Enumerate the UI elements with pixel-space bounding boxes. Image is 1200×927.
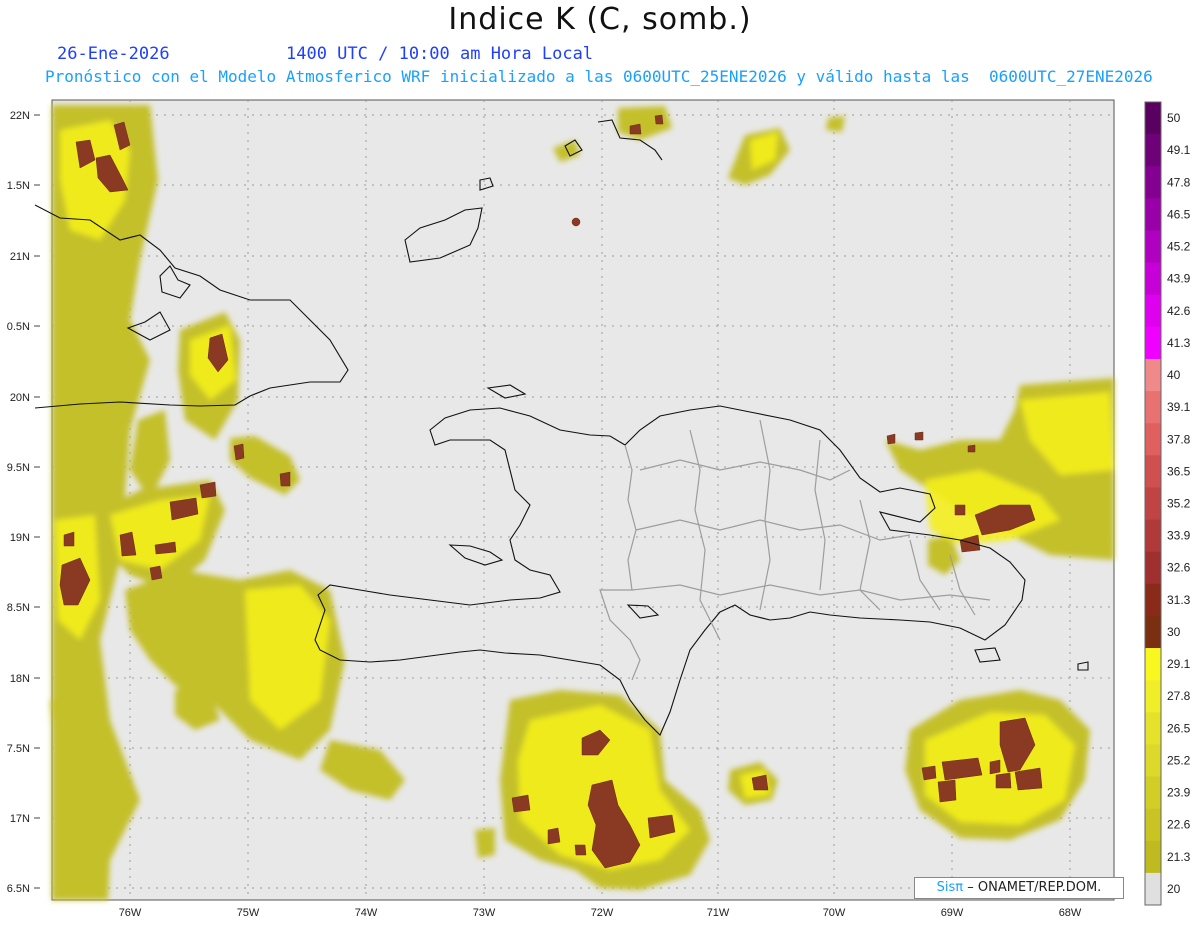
y-tick-label: 18N: [10, 673, 30, 685]
colorbar-label: 37.8: [1167, 432, 1191, 446]
y-tick-label: 0.5N: [7, 321, 30, 333]
colorbar-swatch: [1145, 776, 1161, 810]
colorbar-swatch: [1145, 872, 1161, 906]
y-tick-label: 7.5N: [7, 743, 30, 755]
y-tick-label: 20N: [10, 392, 30, 404]
y-tick-label: 6.5N: [7, 883, 30, 895]
colorbar-swatch: [1145, 166, 1161, 199]
y-tick-label: 1.5N: [7, 180, 30, 192]
colorbar-label: 29.1: [1167, 657, 1191, 671]
colorbar-label: 41.3: [1167, 336, 1191, 350]
colorbar-label: 40: [1167, 368, 1181, 382]
colorbar-label: 45.2: [1167, 240, 1191, 254]
colorbar-label: 31.3: [1167, 593, 1191, 607]
x-tick-label: 69W: [941, 907, 964, 919]
colorbar-label: 23.9: [1167, 786, 1191, 800]
credit-brand: Sisπ: [936, 880, 964, 895]
credit-box: Sisπ – ONAMET/REP.DOM.: [914, 877, 1124, 899]
colorbar-label: 30: [1167, 625, 1181, 639]
x-tick-label: 71W: [707, 907, 730, 919]
y-axis-ticks: [34, 114, 40, 889]
colorbar-swatch: [1145, 134, 1161, 167]
y-tick-label: 17N: [10, 813, 30, 825]
y-tick-label: 19N: [10, 532, 30, 544]
colorbar-label: 43.9: [1167, 272, 1191, 286]
x-tick-label: 72W: [591, 907, 614, 919]
colorbar-label: 35.2: [1167, 497, 1191, 511]
colorbar-swatch: [1145, 198, 1161, 231]
colorbar-swatch: [1145, 551, 1161, 585]
colorbar-label: 21.3: [1167, 850, 1191, 864]
colorbar-label: 27.8: [1167, 689, 1191, 703]
k-index-map: 76W 75W 74W 73W 72W 71W 70W 69W 68W 22N …: [7, 99, 1191, 919]
colorbar-swatch: [1145, 487, 1161, 521]
colorbar-swatch: [1145, 712, 1161, 745]
colorbar-swatch: [1145, 391, 1161, 424]
x-tick-label: 70W: [823, 907, 846, 919]
colorbar-swatch: [1145, 519, 1161, 553]
y-tick-label: 21N: [10, 251, 30, 263]
credit-text: – ONAMET/REP.DOM.: [967, 880, 1102, 895]
colorbar-swatch: [1145, 326, 1161, 360]
colorbar-swatch: [1145, 648, 1161, 681]
colorbar-label: 42.6: [1167, 304, 1191, 318]
colorbar-swatch: [1145, 230, 1161, 264]
x-tick-label: 74W: [355, 907, 378, 919]
x-axis-labels: 76W 75W 74W 73W 72W 71W 70W 69W 68W: [119, 907, 1082, 919]
x-tick-label: 73W: [473, 907, 496, 919]
colorbar-label: 25.2: [1167, 753, 1191, 767]
colorbar-swatch: [1145, 455, 1161, 488]
y-tick-label: 9.5N: [7, 462, 30, 474]
colorbar-swatch: [1145, 744, 1161, 778]
colorbar-swatch: [1145, 358, 1161, 392]
colorbar-swatch: [1145, 262, 1161, 296]
colorbar-swatch: [1145, 102, 1161, 135]
colorbar-label: 49.1: [1167, 143, 1191, 157]
colorbar-label: 20: [1167, 882, 1181, 896]
x-tick-label: 68W: [1059, 907, 1082, 919]
colorbar-label: 39.1: [1167, 400, 1191, 414]
x-tick-label: 75W: [237, 907, 260, 919]
colorbar-label: 26.5: [1167, 721, 1191, 735]
colorbar-swatch: [1145, 615, 1161, 649]
colorbar-label: 32.6: [1167, 561, 1191, 575]
colorbar-swatch: [1145, 808, 1161, 842]
x-tick-label: 76W: [119, 907, 142, 919]
colorbar-swatch: [1145, 583, 1161, 617]
colorbar-label: 36.5: [1167, 464, 1191, 478]
colorbar-swatch: [1145, 840, 1161, 874]
colorbar-swatch: [1145, 680, 1161, 713]
colorbar-label: 22.6: [1167, 818, 1191, 832]
colorbar-swatch: [1145, 294, 1161, 328]
colorbar-swatch: [1145, 423, 1161, 456]
y-tick-label: 8.5N: [7, 602, 30, 614]
colorbar: 50 49.1 47.8 46.5 45.2 43.9 42.6 41.3 40 39.1 37.8…: [1144, 101, 1191, 906]
y-tick-label: 22N: [10, 110, 30, 122]
colorbar-label: 33.9: [1167, 529, 1191, 543]
colorbar-label: 46.5: [1167, 207, 1191, 221]
colorbar-label: 47.8: [1167, 175, 1191, 189]
colorbar-label: 50: [1167, 111, 1181, 125]
y-axis-labels: 22N 1.5N 21N 0.5N 20N 9.5N 19N 8.5N 18N …: [7, 110, 30, 895]
